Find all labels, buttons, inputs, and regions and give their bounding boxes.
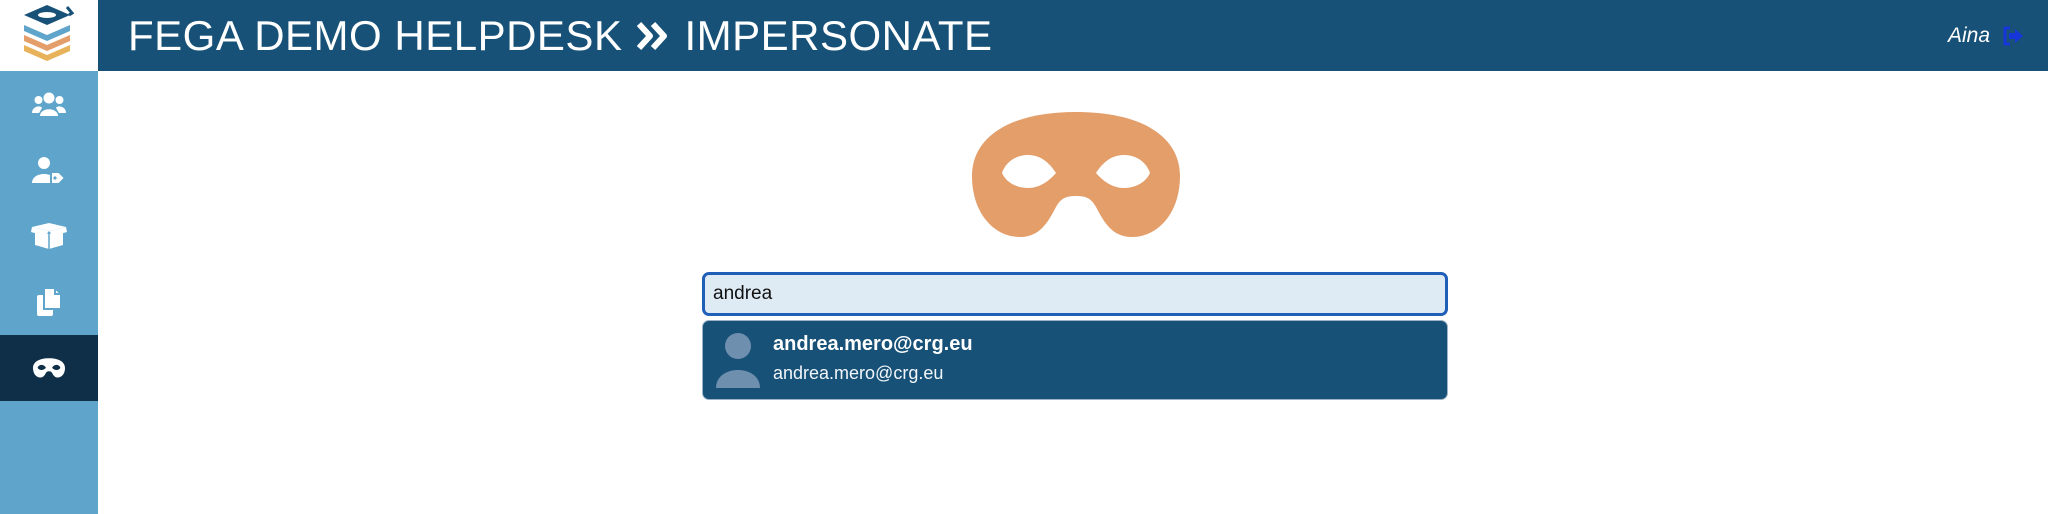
suggestion-item[interactable]: andrea.mero@crg.eu andrea.mero@crg.eu [702,320,1448,400]
suggestion-text: andrea.mero@crg.eu andrea.mero@crg.eu [773,331,973,385]
app-title[interactable]: FEGA DEMO HELPDESK [128,12,622,60]
sidebar-item-users[interactable] [0,71,98,137]
open-box-icon [31,223,67,249]
double-chevron-right-icon [636,21,670,51]
users-icon [32,92,66,116]
sidebar [0,71,98,514]
sidebar-item-impersonate[interactable] [0,335,98,401]
header-bar: FEGA DEMO HELPDESK IMPERSONATE Aina [98,0,2048,71]
layered-stack-logo-icon [24,4,75,61]
suggestion-secondary: andrea.mero@crg.eu [773,363,944,383]
sidebar-item-documents[interactable] [0,269,98,335]
sidebar-item-box[interactable] [0,203,98,269]
section-title: IMPERSONATE [684,11,993,59]
sidebar-item-user-tag[interactable] [0,137,98,203]
user-tag-icon [32,157,66,184]
user-avatar-icon [716,333,760,388]
user-area: Aina [1948,0,2024,71]
suggestion-primary: andrea.mero@crg.eu [773,333,973,355]
page-title: FEGA DEMO HELPDESK IMPERSONATE [128,8,993,63]
user-name[interactable]: Aina [1948,24,1990,48]
logo[interactable] [0,0,98,71]
mask-icon [33,358,65,378]
mask-icon [972,112,1180,237]
copy-documents-icon [37,287,62,316]
logout-icon[interactable] [2002,26,2024,46]
search-input[interactable] [702,272,1448,316]
